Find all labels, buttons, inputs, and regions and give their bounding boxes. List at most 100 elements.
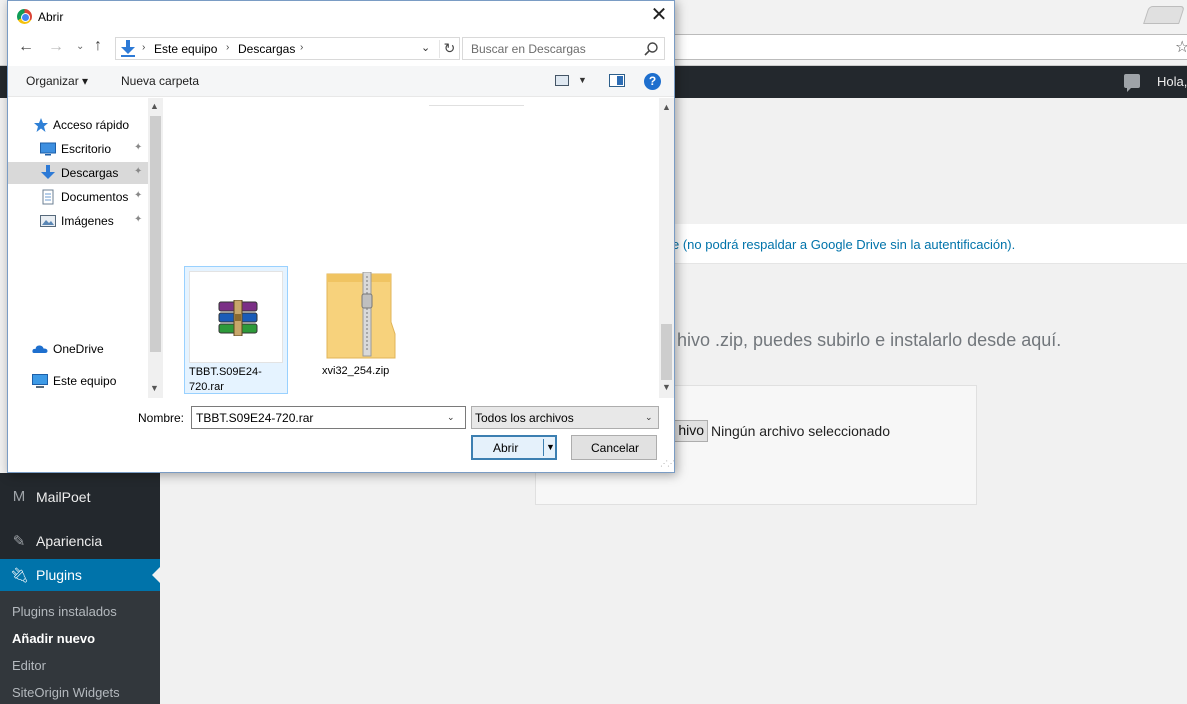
downloads-icon xyxy=(41,165,55,179)
file-status-text: Ningún archivo seleccionado xyxy=(711,423,890,439)
breadcrumb-separator[interactable]: › xyxy=(300,42,303,53)
upload-help-text: hivo .zip, puedes subirlo e instalarlo d… xyxy=(677,330,1062,350)
nav-pane-scrollbar[interactable]: ▲ ▼ xyxy=(148,98,163,398)
file-pane-scrollbar[interactable]: ▲ ▼ xyxy=(659,98,674,398)
nav-item-label: OneDrive xyxy=(53,342,104,356)
file-list-pane: TBBT.S09E24-720.rar xvi32_254.zip ▲ ▼ xyxy=(164,98,674,398)
forward-arrow-icon[interactable]: → xyxy=(48,38,64,56)
file-name-input[interactable]: TBBT.S09E24-720.rar ⌄ xyxy=(191,406,466,429)
change-view-icon[interactable] xyxy=(555,75,569,86)
admin-greeting[interactable]: Hola, xyxy=(1157,74,1187,89)
file-type-value: Todos los archivos xyxy=(475,411,574,425)
current-menu-arrow xyxy=(152,567,160,583)
menu-item-label: Plugins xyxy=(36,567,82,583)
resize-grip-icon[interactable]: ⋰⋰ xyxy=(660,459,675,468)
admin-notice-text[interactable]: e (no podrá respaldar a Google Drive sin… xyxy=(672,237,1015,252)
mailpoet-icon: M xyxy=(12,488,26,505)
open-button[interactable]: Abrir ▼ xyxy=(471,435,557,460)
open-button-divider xyxy=(543,439,544,456)
nav-item-acceso-rapido[interactable]: Acceso rápido xyxy=(8,114,148,136)
open-options-dropdown-icon[interactable]: ▼ xyxy=(546,442,555,452)
computer-icon xyxy=(32,374,48,388)
zip-folder-icon xyxy=(326,272,396,359)
partial-item-divider xyxy=(429,105,524,106)
nav-item-label: Acceso rápido xyxy=(53,118,130,132)
file-thumbnail xyxy=(189,271,283,363)
pin-icon[interactable]: ✦ xyxy=(134,214,142,225)
breadcrumb-separator[interactable]: › xyxy=(226,42,229,53)
browser-address-bar[interactable] xyxy=(640,34,1187,60)
cancel-button-label: Cancelar xyxy=(591,441,640,455)
file-item-zip[interactable]: xvi32_254.zip xyxy=(316,266,420,394)
plug-icon: 🔌︎ xyxy=(10,567,30,584)
dialog-titlebar[interactable]: Abrir ✕ xyxy=(8,1,674,32)
menu-item-apariencia[interactable]: ✎ Apariencia xyxy=(0,526,160,556)
scroll-down-arrow-icon[interactable]: ▼ xyxy=(150,383,159,393)
file-type-chevron-icon[interactable]: ⌄ xyxy=(645,412,653,423)
navigation-pane: Acceso rápido Escritorio ✦ Descargas ✦ D… xyxy=(8,98,163,398)
preview-pane-icon[interactable] xyxy=(609,74,625,87)
submenu-editor[interactable]: Editor xyxy=(12,658,46,673)
star-icon xyxy=(34,118,48,132)
file-name-value[interactable]: TBBT.S09E24-720.rar xyxy=(196,411,313,425)
search-icon[interactable] xyxy=(643,41,659,57)
nav-item-documentos[interactable]: Documentos ✦ xyxy=(8,186,148,208)
bookmark-star-icon[interactable]: ☆ xyxy=(1175,37,1187,57)
submenu-siteorigin-widgets[interactable]: SiteOrigin Widgets xyxy=(12,685,120,700)
file-item-rar[interactable]: TBBT.S09E24-720.rar xyxy=(184,266,288,394)
file-item-name: xvi32_254.zip xyxy=(322,365,390,377)
up-arrow-icon[interactable]: ↑ xyxy=(94,37,102,55)
nav-item-escritorio[interactable]: Escritorio ✦ xyxy=(8,138,148,160)
scroll-up-arrow-icon[interactable]: ▲ xyxy=(662,102,671,112)
browser-new-tab-button[interactable] xyxy=(1143,6,1185,24)
plugins-submenu: Plugins instalados Añadir nuevo Editor S… xyxy=(0,591,160,704)
cancel-button[interactable]: Cancelar xyxy=(571,435,657,460)
scrollbar-thumb[interactable] xyxy=(150,116,161,352)
breadcrumb-descargas[interactable]: Descargas xyxy=(238,42,295,56)
close-button[interactable]: ✕ xyxy=(646,4,672,28)
winrar-archive-icon xyxy=(218,300,258,336)
help-icon[interactable]: ? xyxy=(644,73,661,90)
menu-item-mailpoet[interactable]: M MailPoet xyxy=(0,482,160,512)
nav-item-imagenes[interactable]: Imágenes ✦ xyxy=(8,210,148,232)
search-input[interactable]: Buscar en Descargas xyxy=(462,37,665,60)
address-dropdown-chevron-icon[interactable]: ⌄ xyxy=(421,41,430,54)
address-bar[interactable]: › Este equipo › Descargas › ⌄ ↻ xyxy=(115,37,460,60)
search-placeholder: Buscar en Descargas xyxy=(471,42,586,56)
nav-item-onedrive[interactable]: OneDrive xyxy=(8,338,148,360)
paintbrush-icon: ✎ xyxy=(12,533,26,550)
comments-icon[interactable] xyxy=(1124,74,1140,92)
open-button-label: Abrir xyxy=(493,441,519,455)
breadcrumb-separator[interactable]: › xyxy=(142,42,145,53)
scroll-down-arrow-icon[interactable]: ▼ xyxy=(662,382,671,392)
refresh-icon[interactable]: ↻ xyxy=(439,40,459,58)
pin-icon[interactable]: ✦ xyxy=(134,142,142,153)
dialog-command-bar: Organizar ▾ Nueva carpeta ▼ ? xyxy=(8,66,674,97)
file-type-select[interactable]: Todos los archivos ⌄ xyxy=(471,406,659,429)
view-options-chevron-icon[interactable]: ▼ xyxy=(578,75,587,85)
pictures-icon xyxy=(40,215,56,227)
pin-icon[interactable]: ✦ xyxy=(134,166,142,177)
downloads-icon xyxy=(121,40,135,57)
submenu-anadir-nuevo[interactable]: Añadir nuevo xyxy=(12,631,95,646)
breadcrumb-este-equipo[interactable]: Este equipo xyxy=(154,42,217,56)
scroll-up-arrow-icon[interactable]: ▲ xyxy=(150,101,159,111)
nav-item-descargas[interactable]: Descargas ✦ xyxy=(8,162,148,184)
menu-item-plugins[interactable]: 🔌︎ Plugins xyxy=(0,559,160,591)
pin-icon[interactable]: ✦ xyxy=(134,190,142,201)
file-name-label: Nombre: xyxy=(138,411,185,425)
open-file-dialog: Abrir ✕ ← → ⌄ ↑ › Este equipo › Descarga… xyxy=(7,0,675,473)
organize-button[interactable]: Organizar ▾ xyxy=(26,74,88,88)
file-item-name: TBBT.S09E24-720.rar xyxy=(189,366,262,393)
menu-item-label: MailPoet xyxy=(36,489,91,505)
file-name-dropdown-icon[interactable]: ⌄ xyxy=(447,412,455,423)
recent-locations-chevron-icon[interactable]: ⌄ xyxy=(76,41,84,52)
dialog-navigation-bar: ← → ⌄ ↑ › Este equipo › Descargas › ⌄ ↻ … xyxy=(8,34,674,64)
back-arrow-icon[interactable]: ← xyxy=(18,38,34,56)
nav-item-label: Descargas xyxy=(61,166,119,180)
new-folder-button[interactable]: Nueva carpeta xyxy=(121,74,199,88)
nav-item-este-equipo[interactable]: Este equipo xyxy=(8,370,148,392)
submenu-plugins-instalados[interactable]: Plugins instalados xyxy=(12,604,117,619)
nav-item-label: Escritorio xyxy=(61,142,112,156)
scrollbar-thumb[interactable] xyxy=(661,324,672,380)
